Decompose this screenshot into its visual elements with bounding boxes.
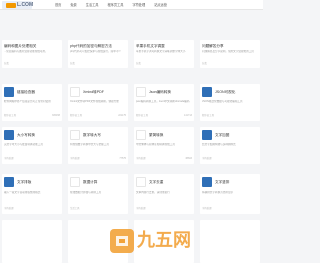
card-title: 繁简转换 (149, 133, 164, 137)
card-title: Json编码转换 (149, 90, 171, 94)
card-description: php代码可以加密保护与在线运行，简单不少 (70, 50, 122, 53)
tool-card[interactable]: 问题解答分享 问题解答及分享说明，常用文字处理类的工具 分类 (200, 40, 260, 68)
card-description: 苹果手机字调可转换文字清晰调整字体大小 (136, 50, 186, 53)
card-description: 给文字加圈特效与多种圈样式 (202, 143, 236, 146)
view-count: 38603 (185, 157, 192, 160)
card-category: 分类 (4, 62, 9, 65)
nav-item-text-tools[interactable]: 字符处理 (132, 0, 145, 10)
card-title: 数据计算 (83, 180, 98, 184)
card-title: 文字去重 (149, 180, 164, 184)
tool-card[interactable]: 文字竖排 将横排文字转换为竖排显示 字符处理 (200, 174, 260, 214)
card-description: 阿拉伯数字转换中文大写金额工具 (70, 143, 109, 146)
card-category: 分类 (70, 62, 75, 65)
card-title: JSON可视化 (215, 90, 236, 94)
tool-card[interactable]: 大小写转换 英文字母大小写批量转换功能工具 字符处理 (2, 127, 62, 164)
card-title: php代码的加密与解密方法 (70, 44, 112, 48)
nav-item-home[interactable]: 首页 (55, 0, 61, 10)
card-title: 苹果手机文字调整 (136, 44, 165, 48)
logo-text: L.COM (17, 2, 34, 8)
card-title: 大小写转换 (17, 133, 35, 137)
card-title: 编码和图片处理相关 (4, 44, 37, 48)
traditional-simplified-icon (136, 130, 146, 140)
xmind-icon (70, 87, 80, 97)
circle-text-icon (202, 130, 212, 140)
card-category: 字符处理 (202, 207, 212, 210)
card-category: 程序员工具 (202, 114, 214, 117)
card-description: 中文繁体与简体互相转换在线工具 (136, 143, 175, 146)
tool-card[interactable]: JSON可视化 JSON格式化数据与可视化编辑工具 程序员工具 (200, 84, 260, 121)
number-upper-icon (70, 130, 80, 140)
tool-card[interactable]: 文字排版 输入一段文字自动排版整理格式 字符处理 (2, 174, 62, 214)
nav-item-site-ops[interactable]: 站点运营 (154, 0, 167, 10)
card-category: 分类 (202, 62, 207, 65)
card-description: 在线数据计算器与转换工具 (70, 191, 102, 194)
tool-card[interactable]: 苹果手机文字调整 苹果手机字调可转换文字清晰调整字体大小 分类 (134, 40, 194, 68)
site-logo[interactable]: L.COM (2, 1, 34, 9)
card-title: Xmind转PDF (83, 90, 104, 94)
card-category: 字符处理 (136, 157, 146, 160)
card-title: 文字排版 (17, 180, 32, 184)
card-description: 问题解答及分享说明，常用文字处理类的工具 (202, 50, 254, 53)
card-category: 生活工具 (70, 207, 80, 210)
card-description: 将横排文字转换为竖排显示 (202, 191, 234, 194)
tool-card[interactable]: 编码和图片处理相关 ...常见编码与图片处理功能在线可用， 分类 (2, 40, 62, 68)
json-icon (136, 87, 146, 97)
card-category: 程序员工具 (70, 114, 82, 117)
case-convert-icon (4, 130, 14, 140)
card-category: 字符处理 (4, 207, 14, 210)
card-description: 文本内容行去重，清理重复行 (136, 191, 170, 194)
card-title: 数字转大写 (83, 133, 101, 137)
card-description: 检查网站中各个链接是否可正常访问使用 (4, 100, 51, 103)
card-description: JSON格式化数据与可视化编辑工具 (202, 100, 243, 103)
tool-card[interactable]: 文字加圈 给文字加圈特效与多种圈样式 字符处理 (200, 127, 260, 164)
site-watermark: 九五网 (109, 226, 191, 260)
view-count: 305458 (52, 114, 60, 117)
tool-card[interactable]: 链接检查器 检查网站中各个链接是否可正常访问使用 程序员工具 305458 (2, 84, 62, 121)
card-title: 问题解答分享 (202, 44, 224, 48)
card-description: ...常见编码与图片处理功能在线可用， (4, 50, 48, 53)
card-title: 链接检查器 (17, 90, 35, 94)
card-category: 程序员工具 (136, 114, 148, 117)
card-title: 文字竖排 (215, 180, 230, 184)
tool-card[interactable] (200, 220, 260, 263)
link-checker-icon (4, 87, 14, 97)
tool-card[interactable] (2, 220, 62, 263)
tool-card[interactable]: 数字转大写 阿拉伯数字转换中文大写金额工具 字符处理 77575 (68, 127, 128, 164)
view-count: 77575 (119, 157, 126, 160)
watermark-text: 九五网 (137, 230, 191, 251)
json-visual-icon (202, 87, 212, 97)
tool-card[interactable]: 数据计算 在线数据计算器与转换工具 生活工具 (68, 174, 128, 214)
nav-item-dev-tools[interactable]: 程序员工具 (108, 0, 124, 10)
card-category: 字符处理 (4, 157, 14, 160)
tool-card[interactable]: php代码的加密与解密方法 php代码可以加密保护与在线运行，简单不少 分类 (68, 40, 128, 68)
card-description: 英文字母大小写批量转换功能工具 (4, 143, 43, 146)
card-title: 文字加圈 (215, 133, 230, 137)
calculator-icon (70, 177, 80, 187)
card-category: 字符处理 (202, 157, 212, 160)
top-navigation-bar: L.COM 首页 免费 生活工具 程序员工具 字符处理 站点运营 (0, 0, 263, 10)
nav-item-life-tools[interactable]: 生活工具 (86, 0, 99, 10)
card-description: json编码转换工具，Json中文转换Unicode编码 (136, 100, 190, 103)
logo-badge-icon (6, 3, 16, 8)
card-description: Xmind文件转PDF文件在线转换，快捷方便 (70, 100, 119, 103)
watermark-logo-icon (110, 229, 134, 253)
tool-card[interactable]: 繁简转换 中文繁体与简体互相转换在线工具 字符处理 38603 (134, 127, 194, 164)
view-count: 221175 (118, 114, 126, 117)
main-nav: 首页 免费 生活工具 程序员工具 字符处理 站点运营 (55, 0, 167, 10)
nav-item-free[interactable]: 免费 (70, 0, 76, 10)
vertical-text-icon (202, 177, 212, 187)
card-category: 字符处理 (136, 207, 146, 210)
card-category: 分类 (136, 62, 141, 65)
typeset-icon (4, 177, 14, 187)
card-category: 程序员工具 (4, 114, 16, 117)
card-category: 字符处理 (70, 157, 80, 160)
tool-card[interactable]: Xmind转PDF Xmind文件转PDF文件在线转换，快捷方便 程序员工具 2… (68, 84, 128, 121)
tool-card[interactable]: 文字去重 文本内容行去重，清理重复行 字符处理 (134, 174, 194, 214)
tool-card[interactable]: Json编码转换 json编码转换工具，Json中文转换Unicode编码 程序… (134, 84, 194, 121)
view-count: 141713 (184, 114, 192, 117)
dedupe-icon (136, 177, 146, 187)
card-description: 输入一段文字自动排版整理格式 (4, 191, 41, 194)
